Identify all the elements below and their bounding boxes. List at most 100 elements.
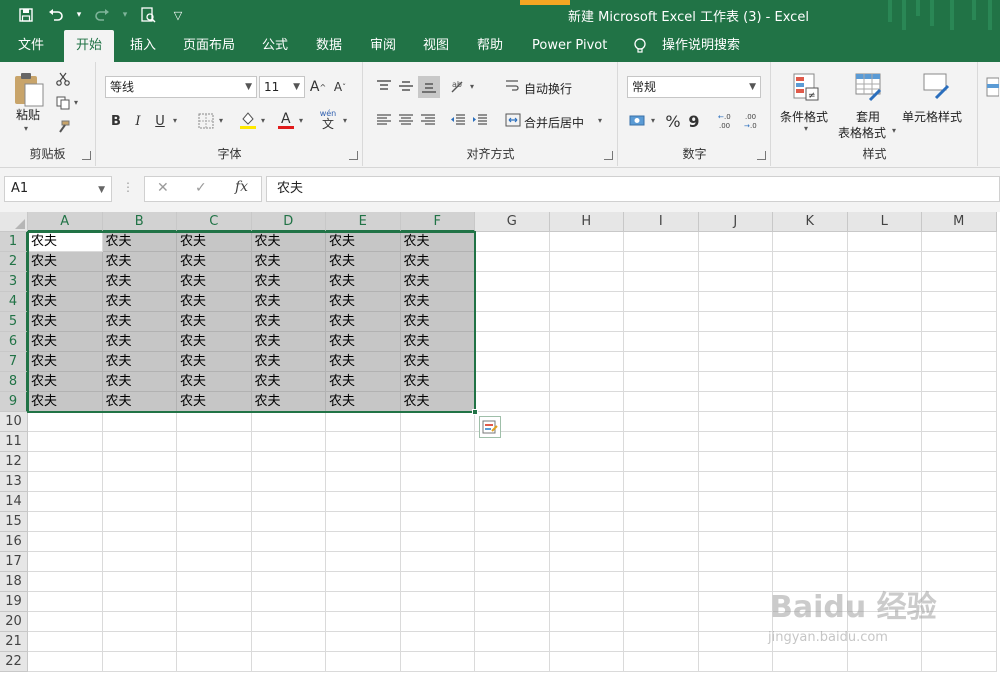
column-header-h[interactable]: H [549, 212, 624, 232]
cell-a18[interactable] [28, 572, 103, 592]
column-header-c[interactable]: C [177, 212, 252, 232]
cell-d15[interactable] [251, 512, 326, 532]
cell-c2[interactable]: 农夫 [177, 252, 252, 272]
cell-h16[interactable] [549, 532, 624, 552]
cell-j5[interactable] [698, 312, 773, 332]
row-header-18[interactable]: 18 [0, 572, 28, 592]
cell-g7[interactable] [475, 352, 550, 372]
fill-handle[interactable] [472, 409, 478, 415]
cell-i21[interactable] [624, 632, 699, 652]
cell-g18[interactable] [475, 572, 550, 592]
cell-k5[interactable] [773, 312, 848, 332]
cell-f13[interactable] [400, 472, 475, 492]
cell-g9[interactable] [475, 392, 550, 412]
cell-f14[interactable] [400, 492, 475, 512]
align-center-icon[interactable] [396, 110, 416, 130]
cell-j7[interactable] [698, 352, 773, 372]
cell-l13[interactable] [847, 472, 922, 492]
cell-a1[interactable]: 农夫 [28, 232, 103, 252]
cell-i10[interactable] [624, 412, 699, 432]
cell-b5[interactable]: 农夫 [102, 312, 177, 332]
fill-color-icon[interactable] [237, 108, 259, 132]
cell-i15[interactable] [624, 512, 699, 532]
orientation-dropdown-icon[interactable]: ▾ [470, 82, 474, 91]
cell-i5[interactable] [624, 312, 699, 332]
cell-c18[interactable] [177, 572, 252, 592]
row-header-7[interactable]: 7 [0, 352, 28, 372]
cell-m22[interactable] [922, 652, 997, 672]
percent-button[interactable]: % [663, 110, 683, 132]
fill-color-dropdown-icon[interactable]: ▾ [261, 116, 265, 125]
cell-j11[interactable] [698, 432, 773, 452]
cell-g14[interactable] [475, 492, 550, 512]
font-color-icon[interactable]: A [275, 108, 297, 132]
cell-h4[interactable] [549, 292, 624, 312]
increase-indent-icon[interactable] [470, 110, 490, 130]
cell-a9[interactable]: 农夫 [28, 392, 103, 412]
cell-l6[interactable] [847, 332, 922, 352]
cell-d5[interactable]: 农夫 [251, 312, 326, 332]
cell-e1[interactable]: 农夫 [326, 232, 401, 252]
cell-styles-icon[interactable] [920, 70, 952, 104]
cell-l8[interactable] [847, 372, 922, 392]
decrease-indent-icon[interactable] [448, 110, 468, 130]
cell-e10[interactable] [326, 412, 401, 432]
cell-i17[interactable] [624, 552, 699, 572]
cell-e11[interactable] [326, 432, 401, 452]
cell-a5[interactable]: 农夫 [28, 312, 103, 332]
row-header-11[interactable]: 11 [0, 432, 28, 452]
cell-d22[interactable] [251, 652, 326, 672]
borders-dropdown-icon[interactable]: ▾ [219, 116, 223, 125]
underline-button[interactable]: U [151, 110, 169, 132]
cell-m2[interactable] [922, 252, 997, 272]
font-color-dropdown-icon[interactable]: ▾ [299, 116, 303, 125]
cell-b21[interactable] [102, 632, 177, 652]
cell-d4[interactable]: 农夫 [251, 292, 326, 312]
insert-function-icon[interactable]: fx [235, 179, 248, 195]
cell-l7[interactable] [847, 352, 922, 372]
cell-e19[interactable] [326, 592, 401, 612]
tab-power-pivot[interactable]: Power Pivot [532, 30, 607, 62]
cell-m4[interactable] [922, 292, 997, 312]
cell-i18[interactable] [624, 572, 699, 592]
cut-icon[interactable] [54, 70, 72, 88]
cell-f1[interactable]: 农夫 [400, 232, 475, 252]
cell-h14[interactable] [549, 492, 624, 512]
cell-j3[interactable] [698, 272, 773, 292]
cell-e16[interactable] [326, 532, 401, 552]
number-format-combo[interactable]: 常规 ▼ [627, 76, 761, 98]
cell-i1[interactable] [624, 232, 699, 252]
cell-a13[interactable] [28, 472, 103, 492]
cell-h22[interactable] [549, 652, 624, 672]
cell-h19[interactable] [549, 592, 624, 612]
cell-m3[interactable] [922, 272, 997, 292]
cell-e20[interactable] [326, 612, 401, 632]
cell-i19[interactable] [624, 592, 699, 612]
cell-h5[interactable] [549, 312, 624, 332]
cell-h3[interactable] [549, 272, 624, 292]
cell-m8[interactable] [922, 372, 997, 392]
cell-b17[interactable] [102, 552, 177, 572]
cell-k4[interactable] [773, 292, 848, 312]
cell-i22[interactable] [624, 652, 699, 672]
cell-b11[interactable] [102, 432, 177, 452]
row-header-9[interactable]: 9 [0, 392, 28, 412]
cell-m5[interactable] [922, 312, 997, 332]
cell-c21[interactable] [177, 632, 252, 652]
cell-i8[interactable] [624, 372, 699, 392]
column-header-k[interactable]: K [773, 212, 848, 232]
tab-help[interactable]: 帮助 [477, 30, 503, 62]
cell-d20[interactable] [251, 612, 326, 632]
cell-j10[interactable] [698, 412, 773, 432]
cell-i3[interactable] [624, 272, 699, 292]
merge-center-label[interactable]: 合并后居中 [524, 114, 584, 131]
cell-e21[interactable] [326, 632, 401, 652]
column-header-m[interactable]: M [922, 212, 997, 232]
cell-j8[interactable] [698, 372, 773, 392]
cell-l2[interactable] [847, 252, 922, 272]
column-header-f[interactable]: F [400, 212, 475, 232]
cell-k17[interactable] [773, 552, 848, 572]
cell-b7[interactable]: 农夫 [102, 352, 177, 372]
cell-j22[interactable] [698, 652, 773, 672]
cell-k7[interactable] [773, 352, 848, 372]
